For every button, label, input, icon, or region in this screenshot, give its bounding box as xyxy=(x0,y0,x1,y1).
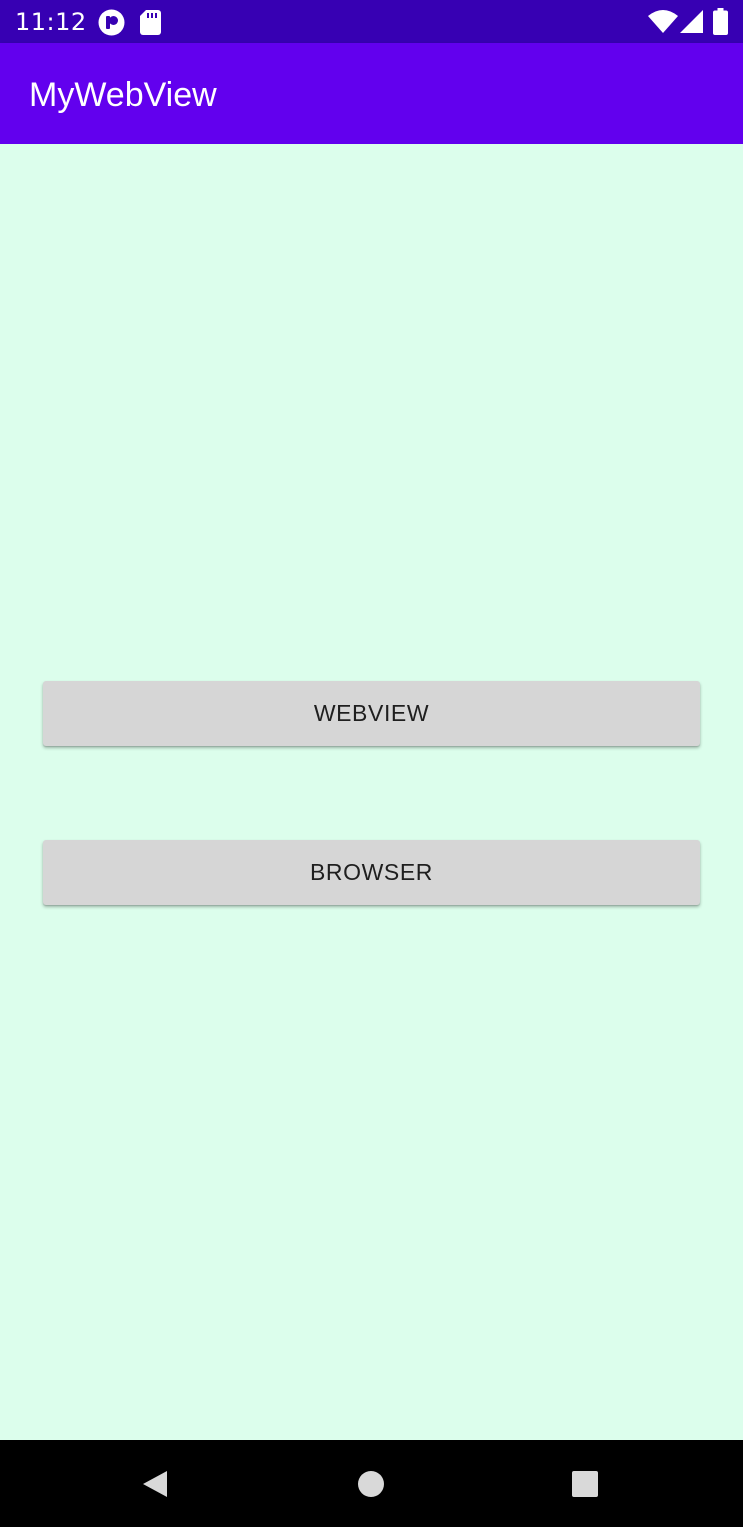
recents-button[interactable] xyxy=(525,1440,645,1527)
battery-icon xyxy=(713,8,728,35)
cell-signal-icon xyxy=(680,10,703,33)
webview-button[interactable]: WEBVIEW xyxy=(43,681,700,746)
back-button[interactable] xyxy=(95,1440,215,1527)
recents-icon xyxy=(572,1470,598,1497)
status-bar: 11:12 xyxy=(0,0,743,43)
app-title: MyWebView xyxy=(29,76,217,114)
main-content: WEBVIEW BROWSER xyxy=(0,144,743,1440)
browser-button[interactable]: BROWSER xyxy=(43,840,700,905)
status-time: 11:12 xyxy=(15,8,87,36)
home-button[interactable] xyxy=(311,1440,431,1527)
sd-card-icon xyxy=(140,10,161,35)
wifi-icon xyxy=(648,10,678,33)
home-icon xyxy=(358,1470,384,1497)
app-bar: MyWebView xyxy=(0,43,743,144)
back-icon xyxy=(143,1470,167,1497)
navigation-bar xyxy=(0,1440,743,1527)
app-notification-icon xyxy=(98,9,125,36)
